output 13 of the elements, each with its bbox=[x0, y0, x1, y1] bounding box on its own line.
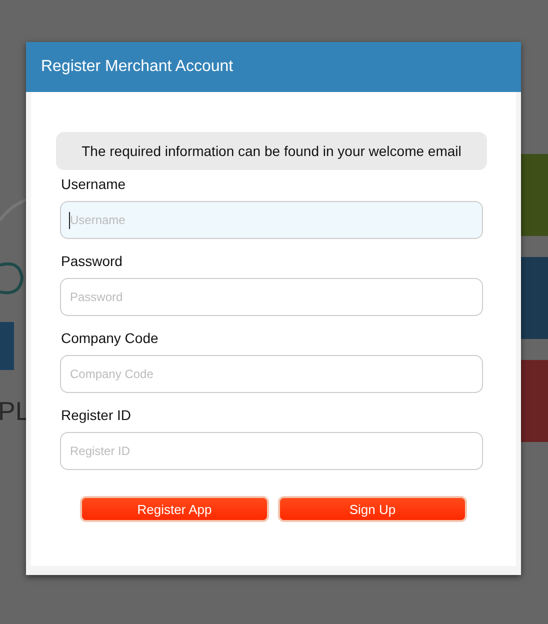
notice-message: The required information can be found in your welcome email bbox=[56, 132, 487, 170]
field-label: Password bbox=[61, 253, 122, 269]
field-label: Username bbox=[61, 176, 126, 192]
input-field[interactable]: Company Code bbox=[60, 355, 483, 393]
input-field[interactable]: Register ID bbox=[60, 432, 483, 470]
field-label: Company Code bbox=[61, 330, 158, 346]
action-button[interactable]: Register App bbox=[80, 496, 269, 522]
input-field[interactable]: Password bbox=[60, 278, 483, 316]
action-button[interactable]: Sign Up bbox=[278, 496, 467, 522]
input-field[interactable]: Username bbox=[60, 201, 483, 239]
background-text: PL bbox=[0, 396, 30, 427]
field-label: Register ID bbox=[61, 407, 132, 423]
dialog-title: Register Merchant Account bbox=[41, 58, 234, 76]
